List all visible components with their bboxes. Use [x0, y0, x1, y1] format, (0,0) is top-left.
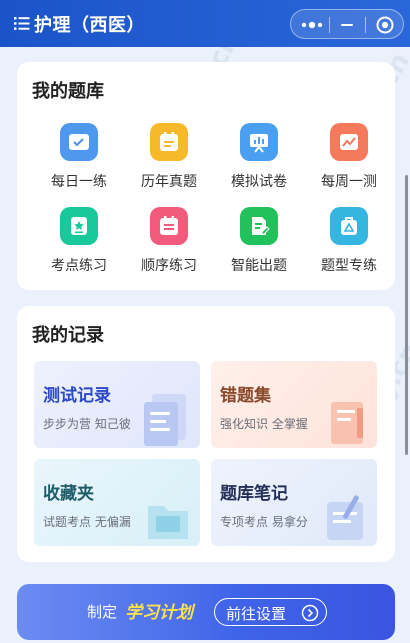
records-card: 我的记录 测试记录 步步为营 知己彼 错题集 强化知识 全掌握 收藏夹 试题考点… — [17, 306, 395, 562]
notepad-icon — [327, 495, 363, 540]
study-plan-banner[interactable]: 制定 学习计划 前往设置 — [17, 584, 395, 640]
item-label: 模拟试卷 — [231, 174, 287, 190]
item-label: 每周一测 — [321, 174, 377, 190]
item-label: 每日一练 — [51, 174, 107, 190]
check-list-icon — [60, 123, 98, 161]
tile-subtitle: 强化知识 全掌握 — [220, 417, 308, 431]
tile-subtitle: 试题考点 无偏漏 — [43, 515, 131, 529]
mock-paper-item[interactable]: 模拟试卷 — [214, 123, 304, 191]
star-doc-icon — [60, 207, 98, 245]
topic-practice-item[interactable]: 考点练习 — [34, 207, 124, 275]
more-dots-icon[interactable] — [301, 19, 323, 31]
document-stack-icon — [144, 394, 186, 446]
tile-title: 题库笔记 — [220, 484, 288, 504]
scrollbar[interactable] — [405, 175, 408, 455]
smart-quiz-item[interactable]: 智能出题 — [214, 207, 304, 275]
item-label: 考点练习 — [51, 258, 107, 274]
pen-doc-icon — [240, 207, 278, 245]
item-label: 题型专练 — [321, 258, 377, 274]
plan-prefix: 制定 — [87, 603, 118, 621]
test-records-tile[interactable]: 测试记录 步步为营 知己彼 — [34, 361, 200, 448]
question-bank-title: 我的题库 — [32, 81, 104, 102]
warning-bag-icon — [330, 207, 368, 245]
chevron-right-circle-icon — [301, 604, 319, 622]
favorites-tile[interactable]: 收藏夹 试题考点 无偏漏 — [34, 459, 200, 546]
notes-tile[interactable]: 题库笔记 专项考点 易拿分 — [211, 459, 377, 546]
item-label: 顺序练习 — [141, 258, 197, 274]
records-title: 我的记录 — [32, 325, 104, 346]
go-settings-button[interactable]: 前往设置 — [214, 598, 327, 626]
go-settings-label: 前往设置 — [226, 605, 287, 623]
minimize-icon[interactable] — [341, 24, 353, 26]
list-icon[interactable] — [14, 17, 30, 30]
question-bank-card: 我的题库 每日一练 历年真题 模拟试卷 每周一测 考点练习 顺序练习 智能出题 … — [17, 62, 395, 290]
tile-subtitle: 步步为营 知己彼 — [43, 417, 131, 431]
notebook-pen-icon — [331, 402, 363, 444]
top-bar: 护理（西医） — [0, 0, 410, 47]
daily-practice-item[interactable]: 每日一练 — [34, 123, 124, 191]
tile-subtitle: 专项考点 易拿分 — [220, 515, 308, 529]
target-circle-icon[interactable] — [376, 16, 394, 34]
calendar-list-icon — [150, 207, 188, 245]
sequential-practice-item[interactable]: 顺序练习 — [124, 207, 214, 275]
item-label: 历年真题 — [141, 174, 197, 190]
question-type-item[interactable]: 题型专练 — [304, 207, 394, 275]
chart-board-icon — [240, 123, 278, 161]
page-title: 护理（西医） — [34, 15, 145, 36]
tile-title: 收藏夹 — [43, 484, 94, 504]
item-label: 智能出题 — [231, 258, 287, 274]
image-chart-icon — [330, 123, 368, 161]
mini-program-capsule — [290, 9, 404, 39]
calendar-doc-icon — [150, 123, 188, 161]
folder-icon — [148, 506, 188, 539]
weekly-test-item[interactable]: 每周一测 — [304, 123, 394, 191]
past-exams-item[interactable]: 历年真题 — [124, 123, 214, 191]
wrong-questions-tile[interactable]: 错题集 强化知识 全掌握 — [211, 361, 377, 448]
tile-title: 测试记录 — [43, 386, 111, 406]
plan-highlight: 学习计划 — [125, 603, 193, 623]
tile-title: 错题集 — [220, 386, 271, 406]
